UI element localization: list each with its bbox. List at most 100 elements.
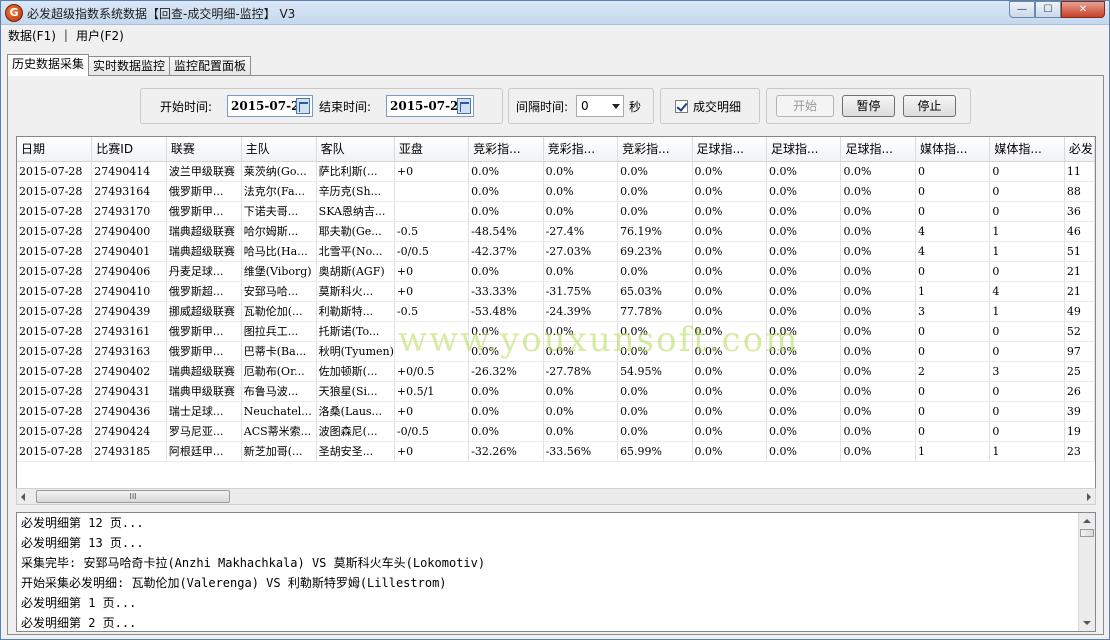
- stop-button[interactable]: 停止: [903, 95, 956, 117]
- table-cell: 2015-07-28: [17, 221, 93, 242]
- calendar-icon[interactable]: [457, 98, 471, 114]
- end-date-picker[interactable]: 2015-07-29: [386, 95, 474, 117]
- table-row[interactable]: 2015-07-28 27490424 罗马尼亚... ACS蒂米索... 波图森尼(.…: [17, 421, 1095, 442]
- column-header[interactable]: 主队: [241, 137, 317, 162]
- table-row[interactable]: 2015-07-28 27490410 俄罗斯超... 安郅马哈... 莫斯科火... +…: [17, 281, 1095, 302]
- column-header[interactable]: 联赛: [166, 137, 242, 162]
- table-cell: -0.5: [394, 301, 470, 322]
- pause-button[interactable]: 暂停: [842, 95, 895, 117]
- table-row[interactable]: 2015-07-28 27493170 俄罗斯甲... 下诺夫哥... SKA恩纳吉..…: [17, 201, 1095, 222]
- column-header[interactable]: 媒体指...: [989, 137, 1065, 162]
- end-time-label: 结束时间:: [319, 100, 372, 114]
- table-cell: 27490431: [91, 381, 167, 402]
- table-cell: 0: [915, 181, 991, 202]
- maximize-button[interactable]: ☐: [1035, 1, 1061, 18]
- table-cell: 1: [915, 441, 991, 462]
- close-button[interactable]: ✕: [1061, 1, 1105, 18]
- column-header[interactable]: 日期: [17, 137, 93, 162]
- menu-user[interactable]: 用户(F2): [73, 27, 127, 44]
- scroll-down-arrow-icon[interactable]: [1083, 621, 1091, 625]
- table-cell: 0.0%: [543, 261, 619, 282]
- table-cell: 0.0%: [468, 421, 544, 442]
- table-cell: 0: [989, 321, 1065, 342]
- table-cell: +0: [394, 281, 470, 302]
- table-cell: 0.0%: [840, 321, 916, 342]
- table-cell: 0.0%: [692, 341, 768, 362]
- deal-detail-checkbox[interactable]: [675, 100, 688, 113]
- table-cell: 0: [915, 261, 991, 282]
- table-row[interactable]: 2015-07-28 27490436 瑞士足球... Neuchatel... 洛桑(…: [17, 401, 1095, 422]
- table-cell: [394, 201, 470, 222]
- column-header[interactable]: 媒体指...: [915, 137, 991, 162]
- table-cell: 76.19%: [617, 221, 693, 242]
- calendar-icon[interactable]: [296, 98, 310, 114]
- table-row[interactable]: 2015-07-28 27490401 瑞典超级联赛 哈马比(Ha... 北雪平(No.…: [17, 241, 1095, 262]
- table-cell: 下诺夫哥...: [241, 201, 317, 222]
- table-row[interactable]: 2015-07-28 27493163 俄罗斯甲... 巴蒂卡(Ba... 秋明(Tyu…: [17, 341, 1095, 362]
- table-row[interactable]: 2015-07-28 27493161 俄罗斯甲... 图拉兵工... 托斯诺(To..…: [17, 321, 1095, 342]
- menu-data[interactable]: 数据(F1): [5, 27, 59, 44]
- column-header[interactable]: 足球指...: [840, 137, 916, 162]
- deal-detail-group: 成交明细: [660, 88, 760, 124]
- table-row[interactable]: 2015-07-28 27490431 瑞典甲级联赛 布鲁马波... 天狼星(Si...…: [17, 381, 1095, 402]
- column-header[interactable]: 足球指...: [692, 137, 768, 162]
- table-row[interactable]: 2015-07-28 27490400 瑞典超级联赛 哈尔姆斯... 耶夫勒(Ge...…: [17, 221, 1095, 242]
- column-header[interactable]: 竞彩指...: [543, 137, 619, 162]
- table-cell: 97: [1064, 341, 1095, 362]
- table-cell: 0: [989, 401, 1065, 422]
- log-output[interactable]: 必发明细第 12 页... 必发明细第 13 页... 采集完毕: 安郅马哈奇卡拉(…: [16, 512, 1096, 632]
- column-header[interactable]: 客队: [316, 137, 395, 162]
- table-cell: 0: [989, 181, 1065, 202]
- minimize-button[interactable]: —: [1009, 1, 1035, 18]
- tab-realtime-monitor[interactable]: 实时数据监控: [88, 56, 171, 76]
- table-cell: 0.0%: [840, 341, 916, 362]
- table-cell: 0.0%: [692, 201, 768, 222]
- column-header[interactable]: 竞彩指...: [617, 137, 693, 162]
- window-title: 必发超级指数系统数据【回查-成交明细-监控】 V3: [27, 7, 296, 21]
- table-row[interactable]: 2015-07-28 27490406 丹麦足球... 维堡(Viborg) 奥胡斯(A…: [17, 261, 1095, 282]
- scroll-right-arrow-icon[interactable]: [1087, 493, 1091, 501]
- deal-detail-label[interactable]: 成交明细: [693, 98, 741, 115]
- column-header[interactable]: 足球指...: [766, 137, 842, 162]
- table-row[interactable]: 2015-07-28 27493185 阿根廷甲... 新芝加哥(... 圣胡安圣...…: [17, 441, 1095, 462]
- scroll-up-arrow-icon[interactable]: [1083, 519, 1091, 523]
- table-row[interactable]: 2015-07-28 27490439 挪威超级联赛 瓦勒伦加(... 利勒斯特... -…: [17, 301, 1095, 322]
- table-cell: +0: [394, 441, 470, 462]
- vertical-scrollbar[interactable]: [1078, 513, 1095, 631]
- horizontal-scrollbar[interactable]: III: [16, 488, 1096, 505]
- scroll-thumb[interactable]: III: [36, 490, 230, 503]
- table-cell: 0.0%: [543, 181, 619, 202]
- table-cell: 88: [1064, 181, 1095, 202]
- table-row[interactable]: 2015-07-28 27490402 瑞典超级联赛 厄勒布(Or... 佐加顿斯(..…: [17, 361, 1095, 382]
- table-cell: 0.0%: [766, 261, 842, 282]
- table-cell: SKA恩纳吉...: [316, 201, 395, 222]
- table-row[interactable]: 2015-07-28 27493164 俄罗斯甲... 法克尔(Fa... 辛历克(Sh…: [17, 181, 1095, 202]
- table-cell: -26.32%: [468, 361, 544, 382]
- table-cell: +0: [394, 161, 470, 182]
- start-date-picker[interactable]: 2015-07-28: [227, 95, 313, 117]
- interval-select[interactable]: 0: [576, 95, 624, 117]
- table-cell: 0.0%: [692, 181, 768, 202]
- match-data-grid[interactable]: 日期 比赛ID 联赛 主队 客队 亚盘 竞彩指... 竞彩指... 竞彩指... 足球指... 足球…: [16, 136, 1096, 504]
- table-cell: 0.0%: [766, 381, 842, 402]
- table-cell: 0.0%: [692, 161, 768, 182]
- column-header[interactable]: 竞彩指...: [468, 137, 544, 162]
- table-cell: 0.0%: [840, 381, 916, 402]
- tab-monitor-config[interactable]: 监控配置面板: [169, 56, 252, 76]
- scroll-thumb[interactable]: [1080, 529, 1094, 537]
- tab-history-collect[interactable]: 历史数据采集: [7, 54, 90, 76]
- table-row[interactable]: 2015-07-28 27490414 波兰甲级联赛 莱茨纳(Go... 萨比利斯(..…: [17, 161, 1095, 182]
- table-cell: 21: [1064, 281, 1095, 302]
- title-bar[interactable]: G 必发超级指数系统数据【回查-成交明细-监控】 V3 — ☐ ✕: [1, 1, 1109, 25]
- column-header[interactable]: 比赛ID: [91, 137, 167, 162]
- start-button[interactable]: 开始: [776, 95, 834, 117]
- table-cell: -24.39%: [543, 301, 619, 322]
- table-cell: 0.0%: [766, 161, 842, 182]
- column-header[interactable]: 必发: [1064, 137, 1095, 162]
- table-cell: 0.0%: [617, 321, 693, 342]
- column-header[interactable]: 亚盘: [394, 137, 470, 162]
- scroll-left-arrow-icon[interactable]: [21, 493, 25, 501]
- table-cell: 维堡(Viborg): [241, 261, 317, 282]
- table-cell: 0: [989, 161, 1065, 182]
- table-cell: 圣胡安圣...: [316, 441, 395, 462]
